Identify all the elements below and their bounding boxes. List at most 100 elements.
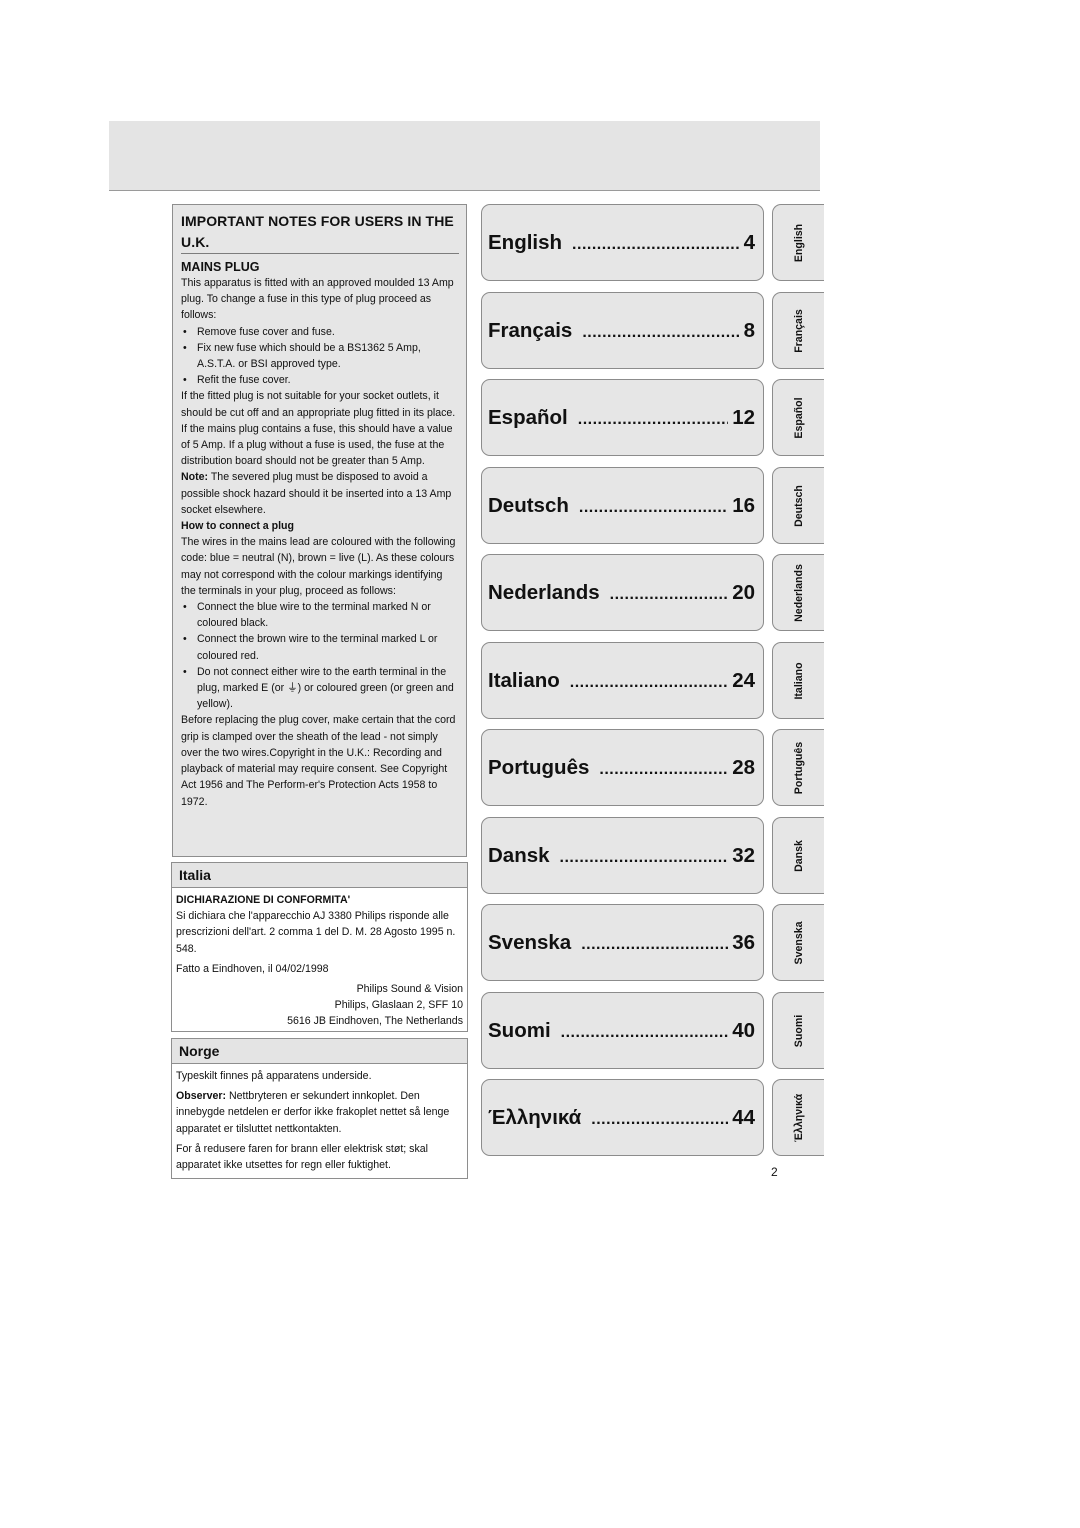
toc-entry[interactable]: Έλληνικά................................… (481, 1079, 764, 1156)
toc-entry[interactable]: English.................................… (481, 204, 764, 281)
list-item: Remove fuse cover and fuse. (181, 324, 459, 340)
toc-entry[interactable]: Español.................................… (481, 379, 764, 456)
italia-heading: Italia (172, 863, 467, 888)
language-tab-label: Nederlands (792, 563, 805, 622)
how-to-heading: How to connect a plug (181, 520, 294, 533)
page-number: 2 (771, 1165, 778, 1179)
language-tab-label: Suomi (792, 1014, 805, 1047)
list-item: Refit the fuse cover. (181, 372, 459, 388)
norge-observer: Observer: Nettbryteren er sekundert innk… (176, 1088, 463, 1137)
italia-text: Si dichiara che l'apparecchio AJ 3380 Ph… (176, 910, 456, 955)
toc-page-number: 12 (732, 405, 755, 429)
toc-leader-dots: ........................................… (569, 673, 729, 691)
language-tab[interactable]: Dansk (772, 817, 824, 894)
toc-language: English (488, 230, 563, 254)
language-tab-label: Svenska (792, 921, 805, 964)
language-tab-label: Italiano (792, 661, 805, 700)
italia-subheading: DICHIARAZIONE DI CONFORMITA' (176, 894, 351, 906)
toc-page-number: 4 (743, 230, 755, 254)
toc-entry[interactable]: Deutsch.................................… (481, 467, 764, 544)
language-tab[interactable]: Nederlands (772, 554, 824, 631)
toc-page-number: 32 (732, 843, 755, 867)
language-tab[interactable]: Svenska (772, 904, 824, 981)
toc-leader-dots: ........................................… (577, 410, 728, 428)
fuse-steps-list: Remove fuse cover and fuse. Fix new fuse… (181, 324, 459, 389)
toc-page-number: 40 (732, 1018, 755, 1042)
address-line: Philips, Glaslaan 2, SFF 10 (334, 999, 463, 1012)
closing-text: Before replacing the plug cover, make ce… (181, 714, 456, 808)
toc-leader-dots: ........................................… (609, 585, 729, 603)
toc-language: Έλληνικά (488, 1105, 582, 1129)
toc-entry[interactable]: Français................................… (481, 292, 764, 369)
toc-language: Dansk (488, 843, 550, 867)
toc-leader-dots: ........................................… (591, 1110, 728, 1128)
italia-place-date: Fatto a Eindhoven, il 04/02/1998 (176, 962, 329, 975)
language-tab-label: Español (792, 396, 805, 439)
language-tab-label: Dansk (792, 839, 805, 872)
italia-box: Italia DICHIARAZIONE DI CONFORMITA' Si d… (171, 862, 468, 1032)
language-tab[interactable]: Português (772, 729, 824, 806)
toc-entry[interactable]: Svenska.................................… (481, 904, 764, 981)
norge-heading: Norge (172, 1039, 467, 1064)
mains-plug-heading: MAINS PLUG (181, 260, 260, 274)
norge-line1: Typeskilt finnes på apparatens underside… (176, 1070, 372, 1082)
toc-language: Svenska (488, 930, 572, 954)
note-text: The severed plug must be disposed to avo… (181, 471, 452, 516)
toc-page-number: 16 (732, 493, 755, 517)
toc-language: Français (488, 318, 573, 342)
toc-entry[interactable]: Nederlands..............................… (481, 554, 764, 631)
toc-page-number: 24 (732, 668, 755, 692)
toc-language: Nederlands (488, 580, 600, 604)
address-line: Philips Sound & Vision (356, 983, 463, 996)
language-tab-label: English (792, 223, 805, 262)
norge-box: Norge Typeskilt finnes på apparatens und… (171, 1038, 468, 1179)
note-label: Note: (181, 471, 209, 484)
toc-language: Suomi (488, 1018, 551, 1042)
list-item: Do not connect either wire to the earth … (181, 664, 459, 713)
toc-page-number: 44 (732, 1105, 755, 1129)
uk-notes-title: IMPORTANT NOTES FOR USERS IN THE U.K. (181, 211, 459, 254)
toc-page-number: 28 (732, 755, 755, 779)
toc-language: Deutsch (488, 493, 569, 517)
toc-entry[interactable]: Português...............................… (481, 729, 764, 806)
toc-language: Português (488, 755, 590, 779)
toc-leader-dots: ........................................… (599, 760, 729, 778)
language-tab[interactable]: Suomi (772, 992, 824, 1069)
toc-leader-dots: ........................................… (560, 1023, 729, 1041)
toc-leader-dots: ........................................… (572, 235, 740, 253)
toc-entry[interactable]: Italiano................................… (481, 642, 764, 719)
language-tab[interactable]: Italiano (772, 642, 824, 719)
language-tab-label: Português (792, 741, 805, 794)
toc-language: Español (488, 405, 568, 429)
language-tab[interactable]: English (772, 204, 824, 281)
toc-page-number: 8 (743, 318, 755, 342)
wires-text: The wires in the mains lead are coloured… (181, 536, 456, 597)
language-tab[interactable]: Español (772, 379, 824, 456)
header-band (109, 121, 820, 191)
mains-plug-intro: This apparatus is fitted with an approve… (181, 277, 454, 322)
toc-page-number: 20 (732, 580, 755, 604)
language-tab[interactable]: Έλληνικά (772, 1079, 824, 1156)
toc-language: Italiano (488, 668, 560, 692)
language-tab[interactable]: Français (772, 292, 824, 369)
list-item: Fix new fuse which should be a BS1362 5 … (181, 340, 459, 372)
toc-page-number: 36 (732, 930, 755, 954)
language-tab-label: Έλληνικά (792, 1093, 805, 1142)
toc-leader-dots: ........................................… (582, 323, 739, 341)
list-item: Connect the blue wire to the terminal ma… (181, 599, 459, 631)
language-tab[interactable]: Deutsch (772, 467, 824, 544)
uk-notes-box: IMPORTANT NOTES FOR USERS IN THE U.K. MA… (172, 204, 467, 857)
toc-entry[interactable]: Suomi...................................… (481, 992, 764, 1069)
norge-line3: For å redusere faren for brann eller ele… (176, 1142, 428, 1172)
toc-entry[interactable]: Dansk...................................… (481, 817, 764, 894)
address-line: 5616 JB Eindhoven, The Netherlands (287, 1015, 463, 1028)
toc-leader-dots: ........................................… (578, 498, 728, 516)
unsuitable-plug-text: If the fitted plug is not suitable for y… (181, 390, 456, 468)
toc-leader-dots: ........................................… (559, 848, 729, 866)
note-paragraph: Note: The severed plug must be disposed … (181, 469, 459, 518)
language-tab-label: Deutsch (792, 484, 805, 527)
list-item: Connect the brown wire to the terminal m… (181, 631, 459, 663)
toc-leader-dots: ........................................… (581, 935, 729, 953)
observer-label: Observer: (176, 1090, 227, 1103)
connect-steps-list: Connect the blue wire to the terminal ma… (181, 599, 459, 712)
